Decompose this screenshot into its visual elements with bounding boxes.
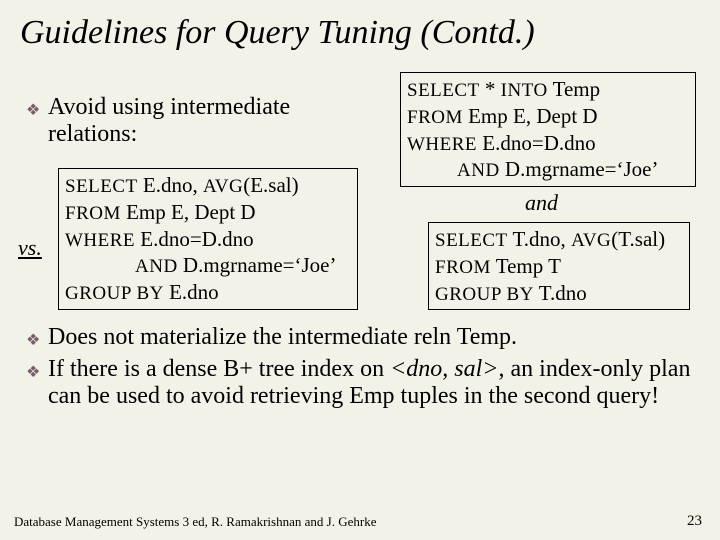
slide: Guidelines for Query Tuning (Contd.) ❖ A… [0,0,720,540]
diamond-icon: ❖ [26,362,40,382]
sql-line: FROM Emp E, Dept D [407,103,689,130]
index-columns: <dno, sal> [390,356,498,382]
bullet-3-text: If there is a dense B+ tree index on <dn… [48,356,696,410]
sql-line: SELECT E.dno, AVG(E.sal) [65,172,351,199]
sql-line: FROM Emp E, Dept D [65,199,351,226]
sql-box-bottom-right: SELECT T.dno, AVG(T.sal) FROM Temp T GRO… [428,222,690,310]
diamond-icon: ❖ [26,100,40,120]
sql-line: WHERE E.dno=D.dno [65,226,351,253]
page-title: Guidelines for Query Tuning (Contd.) [20,14,700,52]
sql-box-top-right: SELECT * INTO Temp FROM Emp E, Dept D WH… [400,72,696,187]
diamond-icon: ❖ [26,330,40,350]
bullet-2: ❖ Does not materialize the intermediate … [26,324,686,351]
sql-line: WHERE E.dno=D.dno [407,130,689,157]
sql-line: SELECT T.dno, AVG(T.sal) [435,226,683,253]
vs-label: vs. [18,235,42,261]
sql-line: AND D.mgrname=‘Joe’ [407,156,689,183]
sql-box-left: SELECT E.dno, AVG(E.sal) FROM Emp E, Dep… [58,168,358,310]
page-number: 23 [687,513,702,530]
bullet-1-text: Avoid using intermediate relations: [48,94,366,148]
sql-line: FROM Temp T [435,253,683,280]
bullet-1: ❖ Avoid using intermediate relations: [26,94,366,148]
sql-line: GROUP BY E.dno [65,279,351,306]
footer-credit: Database Management Systems 3 ed, R. Ram… [14,514,376,530]
bullet-2-text: Does not materialize the intermediate re… [48,324,686,351]
sql-line: SELECT * INTO Temp [407,76,689,103]
sql-line: AND D.mgrname=‘Joe’ [65,252,351,279]
sql-line: GROUP BY T.dno [435,280,683,307]
and-label: and [525,190,558,216]
bullet-3: ❖ If there is a dense B+ tree index on <… [26,356,696,410]
